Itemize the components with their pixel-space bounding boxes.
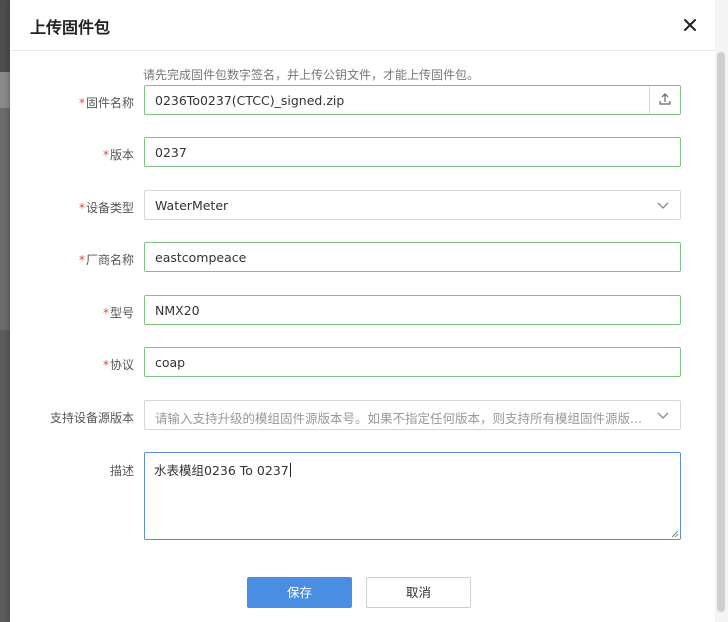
close-icon (684, 19, 696, 31)
firmware-file-value: 0236To0237(CTCC)_signed.zip (155, 93, 345, 108)
description-textarea[interactable]: 水表模组0236 To 0237 (144, 452, 681, 540)
version-input[interactable]: 0237 (144, 137, 681, 167)
version-value: 0237 (155, 145, 187, 160)
source-version-placeholder: 请输入支持升级的模组固件源版本号。如果不指定任何版本，则支持所有模组固件源版..… (155, 411, 642, 426)
protocol-value: coap (155, 355, 186, 370)
model-label: *型号 (102, 306, 134, 320)
source-version-label: 支持设备源版本 (49, 411, 134, 425)
scrollbar-thumb[interactable] (717, 52, 725, 612)
model-value: NMX20 (155, 303, 200, 318)
vendor-name-label: *厂商名称 (78, 253, 134, 267)
text-caret (289, 463, 291, 477)
vendor-name-value: eastcompeace (155, 250, 247, 265)
resize-handle-icon[interactable] (671, 530, 679, 538)
source-version-select[interactable]: 请输入支持升级的模组固件源版本号。如果不指定任何版本，则支持所有模组固件源版..… (144, 400, 681, 430)
device-type-label: *设备类型 (78, 201, 134, 215)
upload-icon[interactable] (658, 92, 672, 106)
dialog-header: 上传固件包 (10, 0, 715, 51)
protocol-label: *协议 (102, 358, 134, 372)
upload-firmware-dialog: 上传固件包 请先完成固件包数字签名，并上传公钥文件，才能上传固件包。 *固件名称… (10, 0, 715, 622)
version-label: *版本 (102, 148, 134, 162)
required-mark: * (78, 96, 85, 110)
description-value: 水表模组0236 To 0237 (154, 463, 291, 478)
chevron-down-icon (657, 412, 669, 419)
dialog-title: 上传固件包 (30, 18, 111, 37)
save-button[interactable]: 保存 (247, 577, 352, 608)
cancel-button[interactable]: 取消 (366, 577, 471, 608)
device-type-select[interactable]: WaterMeter (144, 190, 681, 220)
close-button[interactable] (679, 14, 701, 36)
model-input[interactable]: NMX20 (144, 295, 681, 325)
firmware-file-field[interactable]: 0236To0237(CTCC)_signed.zip (144, 85, 681, 115)
firmware-name-label: *固件名称 (78, 96, 134, 110)
protocol-input[interactable]: coap (144, 347, 681, 377)
vendor-name-input[interactable]: eastcompeace (144, 242, 681, 272)
chevron-down-icon (657, 202, 669, 209)
device-type-value: WaterMeter (155, 198, 229, 213)
description-label: 描述 (109, 464, 134, 478)
signature-hint: 请先完成固件包数字签名，并上传公钥文件，才能上传固件包。 (143, 68, 480, 82)
divider (649, 86, 650, 114)
